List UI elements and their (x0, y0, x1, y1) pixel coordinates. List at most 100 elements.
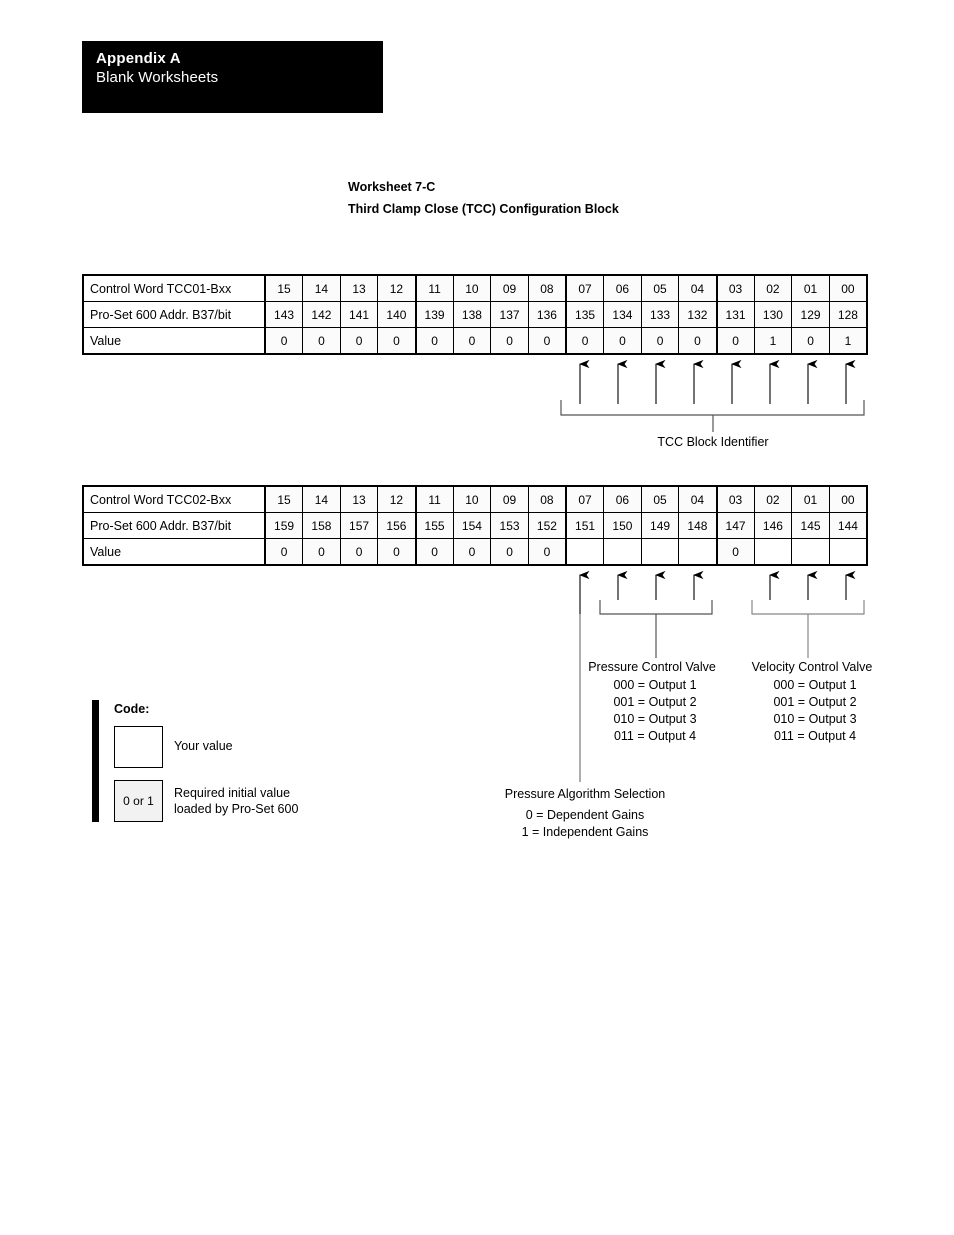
callout-pressure-control-valve-title: Pressure Control Valve (588, 660, 716, 674)
bit-value-03[interactable]: 0 (715, 538, 755, 566)
bit-value-00[interactable]: 1 (828, 327, 868, 355)
appendix-banner: Appendix A Blank Worksheets (82, 41, 383, 113)
callout-velocity-control-valve-option-0: 000 = Output 1 (773, 678, 857, 692)
appendix-subtitle: Blank Worksheets (96, 69, 219, 86)
bit-number-10: 10 (452, 485, 492, 513)
bit-address-00: 128 (828, 301, 868, 328)
row-label-control_word: Control Word TCC02-Bxx (82, 485, 266, 513)
bit-number-11: 11 (414, 485, 454, 513)
bit-address-02: 146 (753, 512, 793, 539)
bit-address-00: 144 (828, 512, 868, 539)
callout-pressure-control-valve-option-2: 010 = Output 3 (613, 712, 697, 726)
bit-value-13[interactable]: 0 (339, 538, 379, 566)
bit-number-07: 07 (565, 274, 605, 302)
table-row: Pro-Set 600 Addr. B37/bit 159 158 157 156 155… (82, 512, 868, 539)
worksheet-title: Third Clamp Close (TCC) Configuration Bl… (348, 202, 619, 216)
bit-address-03: 131 (715, 301, 755, 328)
bit-number-09: 09 (490, 485, 529, 513)
bit-value-15[interactable]: 0 (264, 538, 304, 566)
table-row: Value 0 0 0 0 0 0 0 0 0 (82, 538, 868, 566)
bit-number-14: 14 (302, 485, 341, 513)
bit-value-05[interactable] (640, 538, 680, 566)
bit-table-tcc01: Control Word TCC01-Bxx 15 14 13 12 11 10 09 08 07… (82, 274, 868, 355)
bit-value-03[interactable]: 0 (715, 327, 755, 355)
bit-address-15: 159 (264, 512, 304, 539)
bit-address-09: 137 (490, 301, 529, 328)
bit-address-13: 141 (339, 301, 379, 328)
bit-address-12: 156 (377, 512, 416, 539)
bit-value-01[interactable] (791, 538, 830, 566)
bit-value-06[interactable] (603, 538, 642, 566)
row-label-address: Pro-Set 600 Addr. B37/bit (82, 512, 266, 539)
callout-velocity-control-valve-option-2: 010 = Output 3 (773, 712, 857, 726)
callout-pressure-control-valve-option-0: 000 = Output 1 (613, 678, 697, 692)
bit-address-11: 155 (414, 512, 454, 539)
bit-value-11[interactable]: 0 (414, 327, 454, 355)
bit-value-09[interactable]: 0 (490, 538, 529, 566)
bit-address-04: 148 (678, 512, 717, 539)
tcc02-arrow-group (579, 570, 856, 614)
bit-value-12[interactable]: 0 (377, 327, 416, 355)
bit-number-03: 03 (715, 274, 755, 302)
callout-pressure-algorithm-option-1: 1 = Independent Gains (521, 825, 649, 839)
bit-number-00: 00 (828, 485, 868, 513)
bit-number-12: 12 (377, 274, 416, 302)
bit-value-15[interactable]: 0 (264, 327, 304, 355)
code-legend-bar (92, 700, 99, 822)
code-legend-title: Code: (114, 702, 150, 716)
callout-velocity-control-valve-option-1: 001 = Output 2 (773, 695, 857, 709)
bit-number-14: 14 (302, 274, 341, 302)
bit-value-10[interactable]: 0 (452, 327, 492, 355)
bit-number-06: 06 (603, 274, 642, 302)
bit-value-07[interactable]: 0 (565, 327, 605, 355)
bit-address-03: 147 (715, 512, 755, 539)
bit-value-06[interactable]: 0 (603, 327, 642, 355)
bit-value-00[interactable] (828, 538, 868, 566)
bit-address-05: 149 (640, 512, 680, 539)
bit-number-00: 00 (828, 274, 868, 302)
bit-value-11[interactable]: 0 (414, 538, 454, 566)
bit-value-08[interactable]: 0 (527, 538, 567, 566)
bit-value-14[interactable]: 0 (302, 327, 341, 355)
bit-number-04: 04 (678, 274, 717, 302)
bit-address-02: 130 (753, 301, 793, 328)
bit-value-05[interactable]: 0 (640, 327, 680, 355)
bit-value-08[interactable]: 0 (527, 327, 567, 355)
callout-pressure-algorithm-title: Pressure Algorithm Selection (504, 787, 666, 801)
bit-address-10: 138 (452, 301, 492, 328)
bit-value-02[interactable] (753, 538, 793, 566)
bit-number-15: 15 (264, 274, 304, 302)
bit-value-04[interactable]: 0 (678, 327, 717, 355)
table-row: Control Word TCC01-Bxx 15 14 13 12 11 10 09 08 07… (82, 274, 868, 302)
bit-value-13[interactable]: 0 (339, 327, 379, 355)
callout-overlay (560, 359, 865, 782)
row-label-value: Value (82, 327, 266, 355)
bit-address-06: 150 (603, 512, 642, 539)
callout-pressure-algorithm-option-0: 0 = Dependent Gains (525, 808, 645, 822)
bit-address-14: 158 (302, 512, 341, 539)
bit-value-10[interactable]: 0 (452, 538, 492, 566)
bit-number-15: 15 (264, 485, 304, 513)
callout-tcc-block-identifier: TCC Block Identifier (657, 435, 769, 449)
bit-number-10: 10 (452, 274, 492, 302)
bit-value-02[interactable]: 1 (753, 327, 793, 355)
bit-value-04[interactable] (678, 538, 717, 566)
bit-address-11: 139 (414, 301, 454, 328)
bit-value-09[interactable]: 0 (490, 327, 529, 355)
table-row: Value 0 0 0 0 0 0 0 0 0 0 0 0 0 1 0 1 (82, 327, 868, 355)
bit-address-13: 157 (339, 512, 379, 539)
bit-value-14[interactable]: 0 (302, 538, 341, 566)
bit-address-15: 143 (264, 301, 304, 328)
table-body: Control Word TCC02-Bxx 15 14 13 12 11 10 09 08 07… (82, 485, 868, 566)
bit-value-01[interactable]: 0 (791, 327, 830, 355)
bit-address-07: 151 (565, 512, 605, 539)
bit-address-09: 153 (490, 512, 529, 539)
bit-number-08: 08 (527, 274, 567, 302)
bit-number-07: 07 (565, 485, 605, 513)
bit-value-07[interactable] (565, 538, 605, 566)
row-label-address: Pro-Set 600 Addr. B37/bit (82, 301, 266, 328)
bit-value-12[interactable]: 0 (377, 538, 416, 566)
table-row: Control Word TCC02-Bxx 15 14 13 12 11 10 09 08 07… (82, 485, 868, 513)
bit-address-10: 154 (452, 512, 492, 539)
bit-address-07: 135 (565, 301, 605, 328)
